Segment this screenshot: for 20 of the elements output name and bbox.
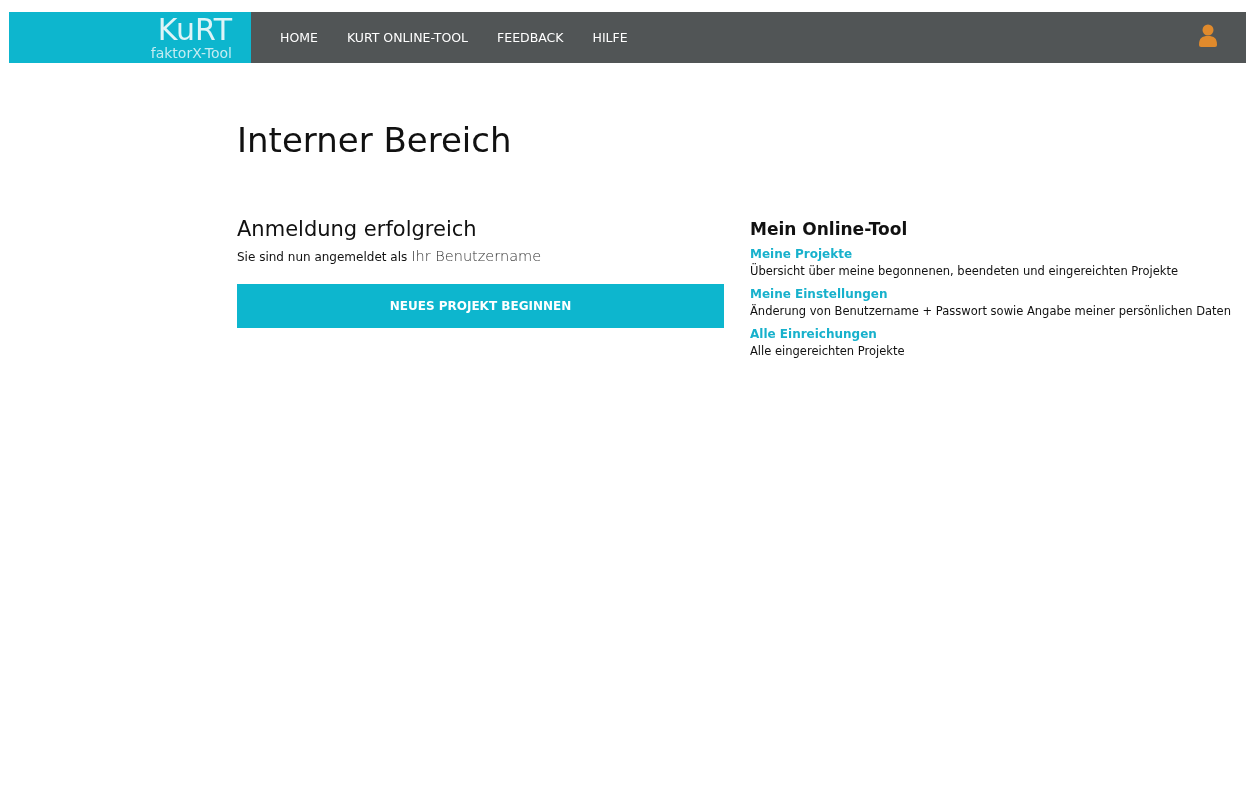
username: Ihr Benutzername <box>411 248 542 264</box>
user-icon[interactable] <box>1199 24 1217 47</box>
tool-link[interactable]: Meine Einstellungen <box>750 286 888 303</box>
nav-link[interactable]: KURT ONLINE-TOOL <box>346 30 469 45</box>
page-title: Interner Bereich <box>237 119 513 162</box>
link-description: Änderung von Benutzername + Passwort sowie Angabe meiner persönlichen Daten <box>750 303 1231 319</box>
logo-subtitle: faktorX-Tool <box>150 44 232 61</box>
link-description: Alle eingereichten Projekte <box>750 343 906 359</box>
logo[interactable]: KuRT faktorX-Tool <box>9 12 251 63</box>
section-heading: Mein Online-Tool <box>750 218 909 241</box>
login-message: Sie sind nun angemeldet als <box>237 250 408 264</box>
section-heading: Anmeldung erfolgreich <box>237 216 478 243</box>
new-project-button[interactable]: NEUES PROJEKT BEGINNEN <box>237 284 724 328</box>
tool-link[interactable]: Meine Projekte <box>750 246 853 263</box>
tool-link[interactable]: Alle Einreichungen <box>750 326 877 343</box>
nav-link[interactable]: FEEDBACK <box>497 30 564 45</box>
logo-title: KuRT <box>157 14 232 45</box>
link-description: Übersicht über meine begonnenen, beendeten und eingereichten Projekte <box>750 263 1180 279</box>
nav-link[interactable]: HILFE <box>592 30 628 45</box>
nav-link[interactable]: HOME <box>280 30 318 45</box>
